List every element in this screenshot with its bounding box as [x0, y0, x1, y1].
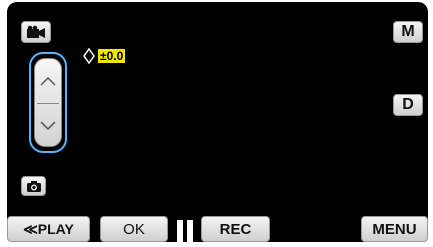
adjust-control[interactable]	[29, 52, 67, 153]
play-label: ≪PLAY	[23, 220, 74, 237]
movie-mode-button[interactable]	[21, 21, 51, 43]
exposure-readout: ±0.0	[83, 48, 126, 64]
rec-button[interactable]: REC	[201, 216, 270, 242]
diamond-icon	[83, 48, 95, 64]
ok-label: OK	[123, 220, 145, 238]
still-mode-button[interactable]	[21, 176, 46, 196]
up-button[interactable]	[35, 59, 61, 103]
pause-bar-right	[187, 220, 193, 242]
camera-screen: M ±0.0 D ≪PLAY OK REC MENU	[7, 2, 428, 242]
rec-label: REC	[219, 220, 252, 238]
manual-button[interactable]: M	[393, 21, 423, 43]
ok-button[interactable]: OK	[100, 216, 168, 242]
chevron-down-icon	[40, 120, 56, 130]
chevron-up-icon	[40, 76, 56, 86]
exposure-value: ±0.0	[98, 49, 126, 63]
down-button[interactable]	[35, 104, 61, 147]
menu-label: MENU	[372, 220, 417, 238]
adjust-pill	[34, 58, 62, 147]
camera-icon	[26, 180, 41, 192]
manual-label: M	[401, 23, 415, 40]
movie-camera-icon	[27, 25, 45, 38]
play-button[interactable]: ≪PLAY	[7, 216, 90, 242]
display-button[interactable]: D	[393, 94, 423, 116]
display-label: D	[402, 96, 414, 113]
menu-button[interactable]: MENU	[361, 216, 428, 242]
pause-bar-left	[177, 220, 183, 242]
